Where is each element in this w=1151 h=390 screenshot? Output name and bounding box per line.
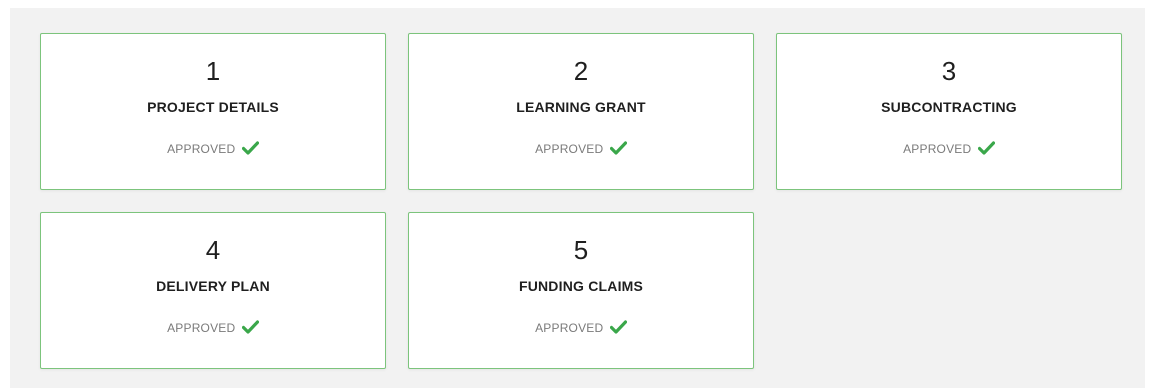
- step-title: PROJECT DETAILS: [147, 99, 279, 115]
- step-title: FUNDING CLAIMS: [518, 278, 644, 294]
- check-icon: [241, 141, 259, 155]
- step-number: 2: [573, 56, 589, 86]
- step-card-project-details[interactable]: 1 PROJECT DETAILS APPROVED: [40, 33, 386, 190]
- status-label: APPROVED: [903, 142, 972, 156]
- status-badge: APPROVED: [777, 140, 1121, 158]
- status-badge: APPROVED: [41, 140, 385, 158]
- step-title: DELIVERY PLAN: [156, 278, 270, 294]
- status-badge: APPROVED: [409, 319, 753, 337]
- status-label: APPROVED: [535, 142, 604, 156]
- status-badge: APPROVED: [41, 319, 385, 337]
- step-card-delivery-plan[interactable]: 4 DELIVERY PLAN APPROVED: [40, 212, 386, 369]
- step-title: SUBCONTRACTING: [881, 99, 1017, 115]
- check-icon: [609, 320, 627, 334]
- steps-grid: 1 PROJECT DETAILS APPROVED 2 LEARNING GR…: [40, 33, 1122, 369]
- step-card-subcontracting[interactable]: 3 SUBCONTRACTING APPROVED: [776, 33, 1122, 190]
- step-number: 3: [941, 56, 957, 86]
- status-label: APPROVED: [167, 321, 236, 335]
- status-badge: APPROVED: [409, 140, 753, 158]
- status-label: APPROVED: [167, 142, 236, 156]
- check-icon: [609, 141, 627, 155]
- status-label: APPROVED: [535, 321, 604, 335]
- step-number: 1: [205, 56, 221, 86]
- step-number: 5: [573, 235, 589, 265]
- step-title: LEARNING GRANT: [516, 99, 646, 115]
- step-card-learning-grant[interactable]: 2 LEARNING GRANT APPROVED: [408, 33, 754, 190]
- check-icon: [977, 141, 995, 155]
- check-icon: [241, 320, 259, 334]
- steps-panel: 1 PROJECT DETAILS APPROVED 2 LEARNING GR…: [10, 8, 1145, 388]
- step-card-funding-claims[interactable]: 5 FUNDING CLAIMS APPROVED: [408, 212, 754, 369]
- step-number: 4: [205, 235, 221, 265]
